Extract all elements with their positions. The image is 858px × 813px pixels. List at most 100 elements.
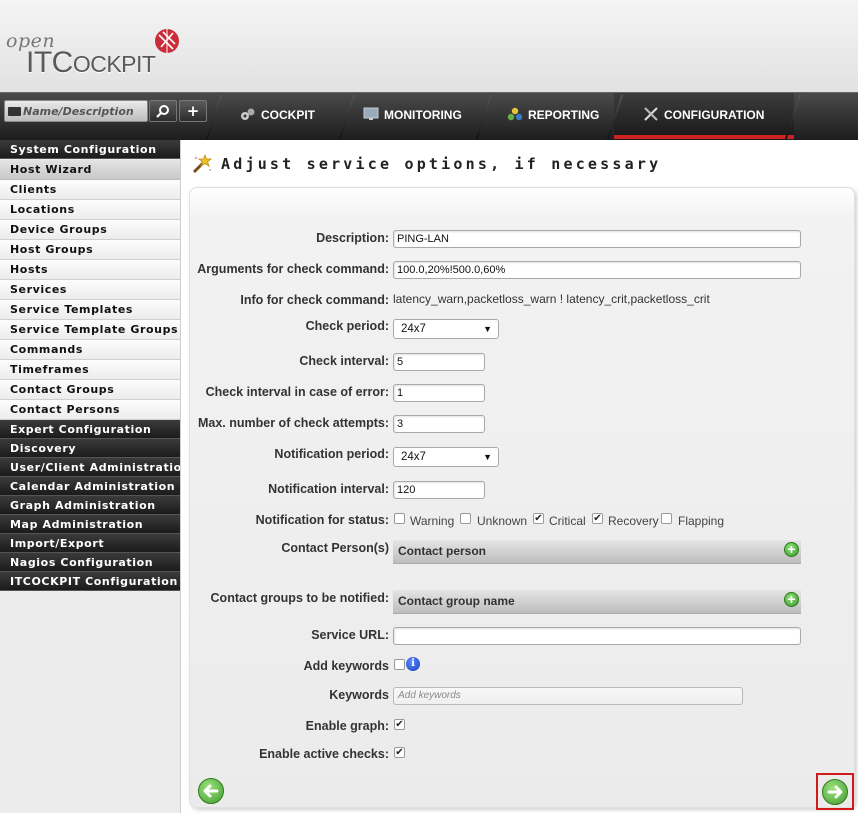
check-interval-input[interactable]: 5 [393, 353, 485, 371]
logo-mark-icon [155, 29, 179, 53]
search-input[interactable]: Name/Description [4, 100, 148, 122]
monitor-icon [363, 107, 379, 120]
add-keywords-checkbox[interactable] [394, 659, 405, 670]
notification-status-label: Notification for status: [255, 513, 389, 527]
tab-cockpit-label: COCKPIT [261, 108, 315, 122]
sidebar-item-locations[interactable]: Locations [0, 200, 180, 220]
recovery-checkbox[interactable]: ✔ [592, 513, 603, 524]
sidebar-item-clients[interactable]: Clients [0, 180, 180, 200]
retry-interval-input[interactable]: 1 [393, 384, 485, 402]
sidebar-item-graph-administration[interactable]: Graph Administration [0, 496, 180, 515]
contact-persons-header: Contact person + [393, 540, 801, 564]
form-panel [189, 187, 855, 808]
tab-reporting-label: REPORTING [528, 108, 600, 122]
critical-checkbox[interactable]: ✔ [533, 513, 544, 524]
warning-checkbox-label: Warning [410, 514, 455, 528]
main-navbar: Name/Description + COCKPIT MONITORING RE… [0, 92, 858, 140]
keywords-input[interactable]: Add keywords [393, 687, 743, 705]
sidebar-item-device-groups[interactable]: Device Groups [0, 220, 180, 240]
tab-monitoring[interactable]: MONITORING [338, 93, 482, 139]
sidebar-item-calendar-administration[interactable]: Calendar Administration [0, 477, 180, 496]
notification-period-label: Notification period: [274, 447, 389, 461]
flapping-checkbox-label: Flapping [678, 514, 725, 528]
keyboard-icon [8, 107, 21, 116]
tab-reporting[interactable]: REPORTING [475, 93, 613, 139]
contact-groups-header: Contact group name + [393, 590, 801, 614]
header: open ITCOCKPIT [0, 0, 858, 92]
sidebar-item-contact-persons[interactable]: Contact Persons [0, 400, 180, 420]
enable-active-checks-label: Enable active checks: [259, 747, 389, 761]
tab-cockpit[interactable]: COCKPIT [205, 93, 345, 139]
warning-checkbox[interactable] [394, 513, 405, 524]
check-period-select[interactable]: 24x7 ▼ [393, 319, 499, 339]
search-icon [156, 105, 169, 118]
sidebar-item-commands[interactable]: Commands [0, 340, 180, 360]
contact-persons-label: Contact Person(s) [281, 541, 389, 555]
unknown-checkbox[interactable] [460, 513, 471, 524]
max-attempts-input[interactable]: 3 [393, 415, 485, 433]
sidebar-item-user-client-administration[interactable]: User/Client Administration [0, 458, 180, 477]
contact-groups-label: Contact groups to be notified: [210, 591, 389, 605]
gears-icon [241, 108, 255, 120]
sidebar-item-service-template-groups[interactable]: Service Template Groups [0, 320, 180, 340]
check-interval-label: Check interval: [299, 354, 389, 368]
contact-group-column: Contact group name [398, 594, 515, 608]
service-url-input[interactable] [393, 627, 801, 645]
sidebar-item-expert-configuration[interactable]: Expert Configuration [0, 420, 180, 439]
add-keywords-label: Add keywords [303, 659, 389, 673]
sidebar-item-service-templates[interactable]: Service Templates [0, 300, 180, 320]
sidebar-item-host-groups[interactable]: Host Groups [0, 240, 180, 260]
arrow-right-icon [827, 785, 843, 799]
sidebar-item-discovery[interactable]: Discovery [0, 439, 180, 458]
add-contact-person-plus-icon[interactable]: + [784, 542, 799, 557]
notification-period-select[interactable]: 24x7 ▼ [393, 447, 499, 467]
contact-person-column: Contact person [398, 544, 487, 558]
max-attempts-label: Max. number of check attempts: [197, 416, 389, 430]
next-button[interactable] [822, 779, 848, 805]
logo-ockpit: OCKPIT [72, 51, 156, 77]
arguments-input[interactable]: 100.0,20%!500.0,60% [393, 261, 801, 279]
sidebar-item-map-administration[interactable]: Map Administration [0, 515, 180, 534]
add-contact-group-plus-icon[interactable]: + [784, 592, 799, 607]
enable-graph-checkbox[interactable]: ✔ [394, 719, 405, 730]
plus-icon: + [186, 102, 200, 120]
enable-active-checks-checkbox[interactable]: ✔ [394, 747, 405, 758]
info-icon[interactable]: i [406, 657, 420, 671]
sidebar-item-host-wizard[interactable]: Host Wizard [0, 160, 180, 180]
enable-graph-label: Enable graph: [305, 719, 389, 733]
sidebar-item-import-export[interactable]: Import/Export [0, 534, 180, 553]
tab-monitoring-label: MONITORING [384, 108, 462, 122]
sidebar-item-timeframes[interactable]: Timeframes [0, 360, 180, 380]
recovery-checkbox-label: Recovery [608, 514, 659, 528]
sidebar-item-services[interactable]: Services [0, 280, 180, 300]
sidebar-item-nagios-configuration[interactable]: Nagios Configuration [0, 553, 180, 572]
sidebar-item-contact-groups[interactable]: Contact Groups [0, 380, 180, 400]
chevron-down-icon: ▼ [483, 452, 492, 462]
arrow-left-icon [203, 784, 219, 798]
unknown-checkbox-label: Unknown [477, 514, 528, 528]
logo-c: C [51, 46, 74, 79]
check-period-value: 24x7 [401, 323, 426, 335]
logo-itcockpit-text: ITCOCKPIT [26, 46, 156, 80]
app-root: open ITCOCKPIT Name/Description + COCKPI… [0, 0, 858, 813]
page-title: Adjust service options, if necessary [221, 155, 662, 173]
sidebar-item-itcockpit-configuration[interactable]: ITCOCKPIT Configuration [0, 572, 180, 591]
sidebar-item-hosts[interactable]: Hosts [0, 260, 180, 280]
notification-interval-input[interactable]: 120 [393, 481, 485, 499]
service-url-label: Service URL: [311, 628, 389, 642]
chevron-down-icon: ▼ [483, 324, 492, 334]
arguments-label: Arguments for check command: [197, 262, 389, 276]
description-input[interactable]: PING-LAN [393, 230, 801, 248]
notification-interval-label: Notification interval: [268, 482, 389, 496]
sidebar-item-system-configuration[interactable]: System Configuration [0, 140, 180, 159]
flapping-checkbox[interactable] [661, 513, 672, 524]
notification-period-value: 24x7 [401, 451, 426, 463]
plus-button[interactable]: + [179, 100, 207, 122]
reporting-icon [507, 107, 523, 121]
tab-configuration[interactable]: CONFIGURATION [606, 93, 802, 139]
tools-icon [644, 107, 658, 121]
tab-configuration-label: CONFIGURATION [664, 108, 765, 122]
wizard-icon [192, 153, 213, 174]
search-button[interactable] [149, 100, 177, 122]
back-button[interactable] [198, 778, 224, 804]
